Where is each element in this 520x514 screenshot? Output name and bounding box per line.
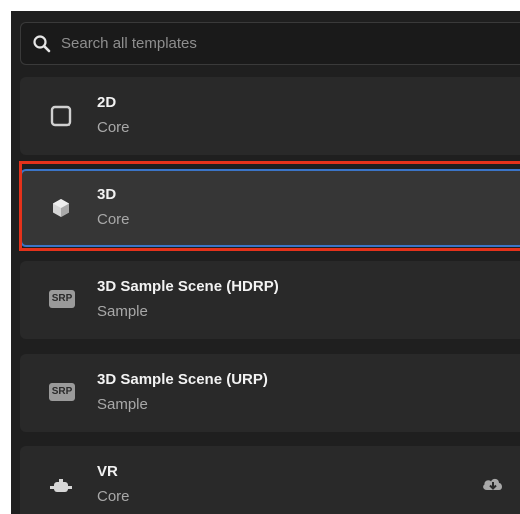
template-card-vr[interactable]: VR Core bbox=[20, 446, 520, 514]
search-icon bbox=[33, 35, 51, 53]
template-category: Core bbox=[97, 488, 130, 505]
template-category: Core bbox=[97, 211, 130, 228]
template-category: Core bbox=[97, 119, 130, 136]
template-category: Sample bbox=[97, 396, 148, 413]
template-card-3d[interactable]: 3D Core bbox=[20, 169, 520, 247]
template-name: 3D Sample Scene (URP) bbox=[97, 371, 268, 388]
srp-icon: SRP bbox=[49, 383, 75, 401]
search-bar[interactable] bbox=[20, 22, 520, 65]
square-icon bbox=[50, 105, 72, 127]
template-card-urp[interactable]: SRP 3D Sample Scene (URP) Sample bbox=[20, 354, 520, 432]
template-name: 3D Sample Scene (HDRP) bbox=[97, 278, 279, 295]
cloud-download-icon[interactable] bbox=[481, 474, 505, 494]
vr-headset-icon bbox=[50, 479, 72, 492]
cube-icon bbox=[53, 199, 69, 217]
template-card-hdrp[interactable]: SRP 3D Sample Scene (HDRP) Sample bbox=[20, 261, 520, 339]
template-name: 3D bbox=[97, 186, 117, 203]
template-panel: 2D Core 3D Core SRP 3D Sample Scene (HDR… bbox=[11, 11, 520, 514]
srp-icon: SRP bbox=[49, 290, 75, 308]
template-name: 2D bbox=[97, 94, 117, 111]
search-input[interactable] bbox=[61, 23, 501, 64]
template-card-2d[interactable]: 2D Core bbox=[20, 77, 520, 155]
template-category: Sample bbox=[97, 303, 148, 320]
template-name: VR bbox=[97, 463, 118, 480]
